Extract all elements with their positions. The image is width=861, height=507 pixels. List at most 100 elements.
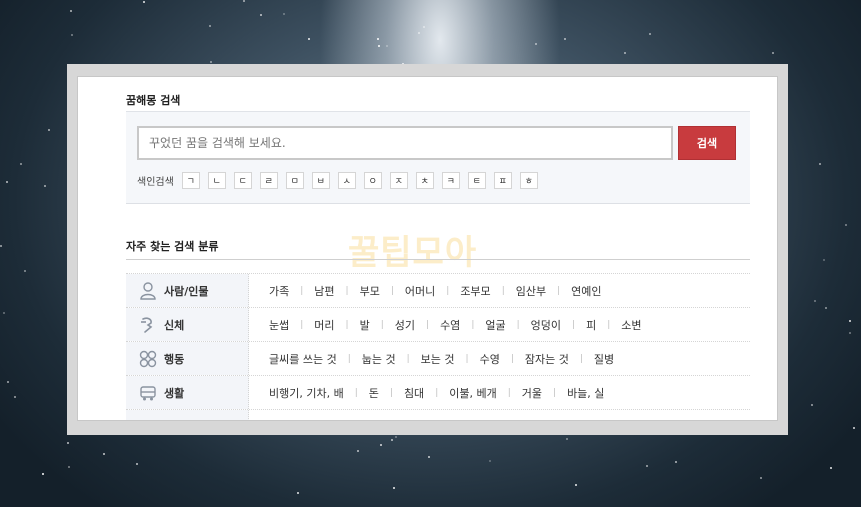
keyword-link[interactable]: 남편 <box>314 283 334 299</box>
star <box>357 450 359 452</box>
category-items-partial <box>249 410 269 420</box>
star <box>849 332 851 334</box>
keyword-link[interactable]: 부모 <box>360 283 380 299</box>
star <box>772 52 774 54</box>
category-header-body[interactable]: 신체 <box>126 308 249 341</box>
keyword-link[interactable]: 보는 것 <box>421 351 455 367</box>
keyword-link[interactable]: 수염 <box>440 317 460 333</box>
separator: | <box>501 285 505 296</box>
keyword-link[interactable]: 엉덩이 <box>531 317 561 333</box>
keyword-link[interactable]: 잠자는 것 <box>525 351 569 367</box>
keyword-link[interactable]: 발 <box>360 317 370 333</box>
category-header-life[interactable]: 생활 <box>126 376 249 409</box>
separator: | <box>300 285 304 296</box>
category-name: 사람/인물 <box>164 284 209 298</box>
person-icon <box>138 281 158 301</box>
keyword-link[interactable]: 머리 <box>314 317 334 333</box>
keyword-link[interactable]: 이불, 베개 <box>449 385 496 401</box>
keyword-link[interactable]: 임산부 <box>516 283 546 299</box>
keyword-link[interactable]: 거울 <box>522 385 542 401</box>
search-button[interactable]: 검색 <box>678 126 736 160</box>
star <box>760 477 762 479</box>
category-items-action: 글씨를 쓰는 것 | 눕는 것 | 보는 것 | 수영 | 잠자는 것 | 질병 <box>249 342 614 375</box>
keyword-link[interactable]: 돈 <box>369 385 379 401</box>
keyword-link[interactable]: 질병 <box>594 351 614 367</box>
star <box>243 0 245 2</box>
star <box>566 438 568 440</box>
star <box>564 38 566 40</box>
keyword-link[interactable]: 비행기, 기차, 배 <box>269 385 344 401</box>
search-input[interactable] <box>137 126 673 160</box>
separator: | <box>465 353 469 364</box>
index-button-mieum[interactable]: ㅁ <box>285 172 304 189</box>
star <box>675 461 677 463</box>
keyword-link[interactable]: 침대 <box>404 385 424 401</box>
keyword-link[interactable]: 눈썹 <box>269 317 289 333</box>
index-button-chieut[interactable]: ㅊ <box>415 172 434 189</box>
separator: | <box>389 387 393 398</box>
star <box>393 487 395 489</box>
star <box>136 463 138 465</box>
keyword-link[interactable]: 연예인 <box>571 283 601 299</box>
separator: | <box>471 319 475 330</box>
separator: | <box>406 353 410 364</box>
star <box>70 10 72 12</box>
vehicle-icon <box>138 383 158 403</box>
star <box>0 245 2 247</box>
keyword-link[interactable]: 얼굴 <box>485 317 505 333</box>
star <box>535 43 537 45</box>
dream-search-panel: 꿈해몽 검색 검색 색인검색 ㄱ ㄴ ㄷ ㄹ ㅁ ㅂ ㅅ ㅇ ㅈ ㅊ ㅋ ㅌ ㅍ… <box>77 76 778 421</box>
index-button-siot[interactable]: ㅅ <box>337 172 356 189</box>
index-button-ieung[interactable]: ㅇ <box>363 172 382 189</box>
star <box>646 465 648 467</box>
separator: | <box>507 387 511 398</box>
index-button-nieun[interactable]: ㄴ <box>207 172 226 189</box>
star <box>814 300 816 302</box>
star <box>143 1 145 3</box>
index-button-rieul[interactable]: ㄹ <box>259 172 278 189</box>
star <box>6 181 8 183</box>
star <box>103 453 105 455</box>
keyword-link[interactable]: 소변 <box>621 317 641 333</box>
action-icon <box>138 349 158 369</box>
separator: | <box>347 353 351 364</box>
separator: | <box>435 387 439 398</box>
index-button-digeut[interactable]: ㄷ <box>233 172 252 189</box>
star <box>297 492 299 494</box>
keyword-link[interactable]: 수영 <box>480 351 500 367</box>
index-button-pieup[interactable]: ㅍ <box>493 172 512 189</box>
index-button-tieut[interactable]: ㅌ <box>467 172 486 189</box>
star <box>3 312 5 314</box>
keyword-link[interactable]: 가족 <box>269 283 289 299</box>
star <box>378 45 380 47</box>
star <box>489 460 491 462</box>
star <box>44 185 46 187</box>
separator: | <box>579 353 583 364</box>
star <box>283 13 285 15</box>
star <box>209 25 211 27</box>
keyword-link[interactable]: 피 <box>586 317 596 333</box>
separator: | <box>426 319 430 330</box>
keyword-link[interactable]: 눕는 것 <box>362 351 396 367</box>
category-name: 생활 <box>164 386 185 400</box>
index-label: 색인검색 <box>137 177 174 188</box>
keyword-link[interactable]: 바늘, 실 <box>567 385 604 401</box>
keyword-link[interactable]: 성기 <box>395 317 415 333</box>
index-button-giyeok[interactable]: ㄱ <box>181 172 200 189</box>
index-button-hieut[interactable]: ㅎ <box>519 172 538 189</box>
star <box>14 396 16 398</box>
index-button-kieuk[interactable]: ㅋ <box>441 172 460 189</box>
category-header-action[interactable]: 행동 <box>126 342 249 375</box>
star <box>819 163 821 165</box>
separator: | <box>300 319 304 330</box>
category-row-life: 생활 비행기, 기차, 배 | 돈 | 침대 | 이불, 베개 | 거울 | 바늘, 실 <box>126 376 750 410</box>
star <box>845 224 847 226</box>
index-button-jieut[interactable]: ㅈ <box>389 172 408 189</box>
category-header-people[interactable]: 사람/인물 <box>126 274 249 307</box>
keyword-link[interactable]: 어머니 <box>405 283 435 299</box>
keyword-link[interactable]: 조부모 <box>460 283 490 299</box>
index-button-bieup[interactable]: ㅂ <box>311 172 330 189</box>
keyword-link[interactable]: 글씨를 쓰는 것 <box>269 351 337 367</box>
separator: | <box>390 285 394 296</box>
star <box>428 456 430 458</box>
